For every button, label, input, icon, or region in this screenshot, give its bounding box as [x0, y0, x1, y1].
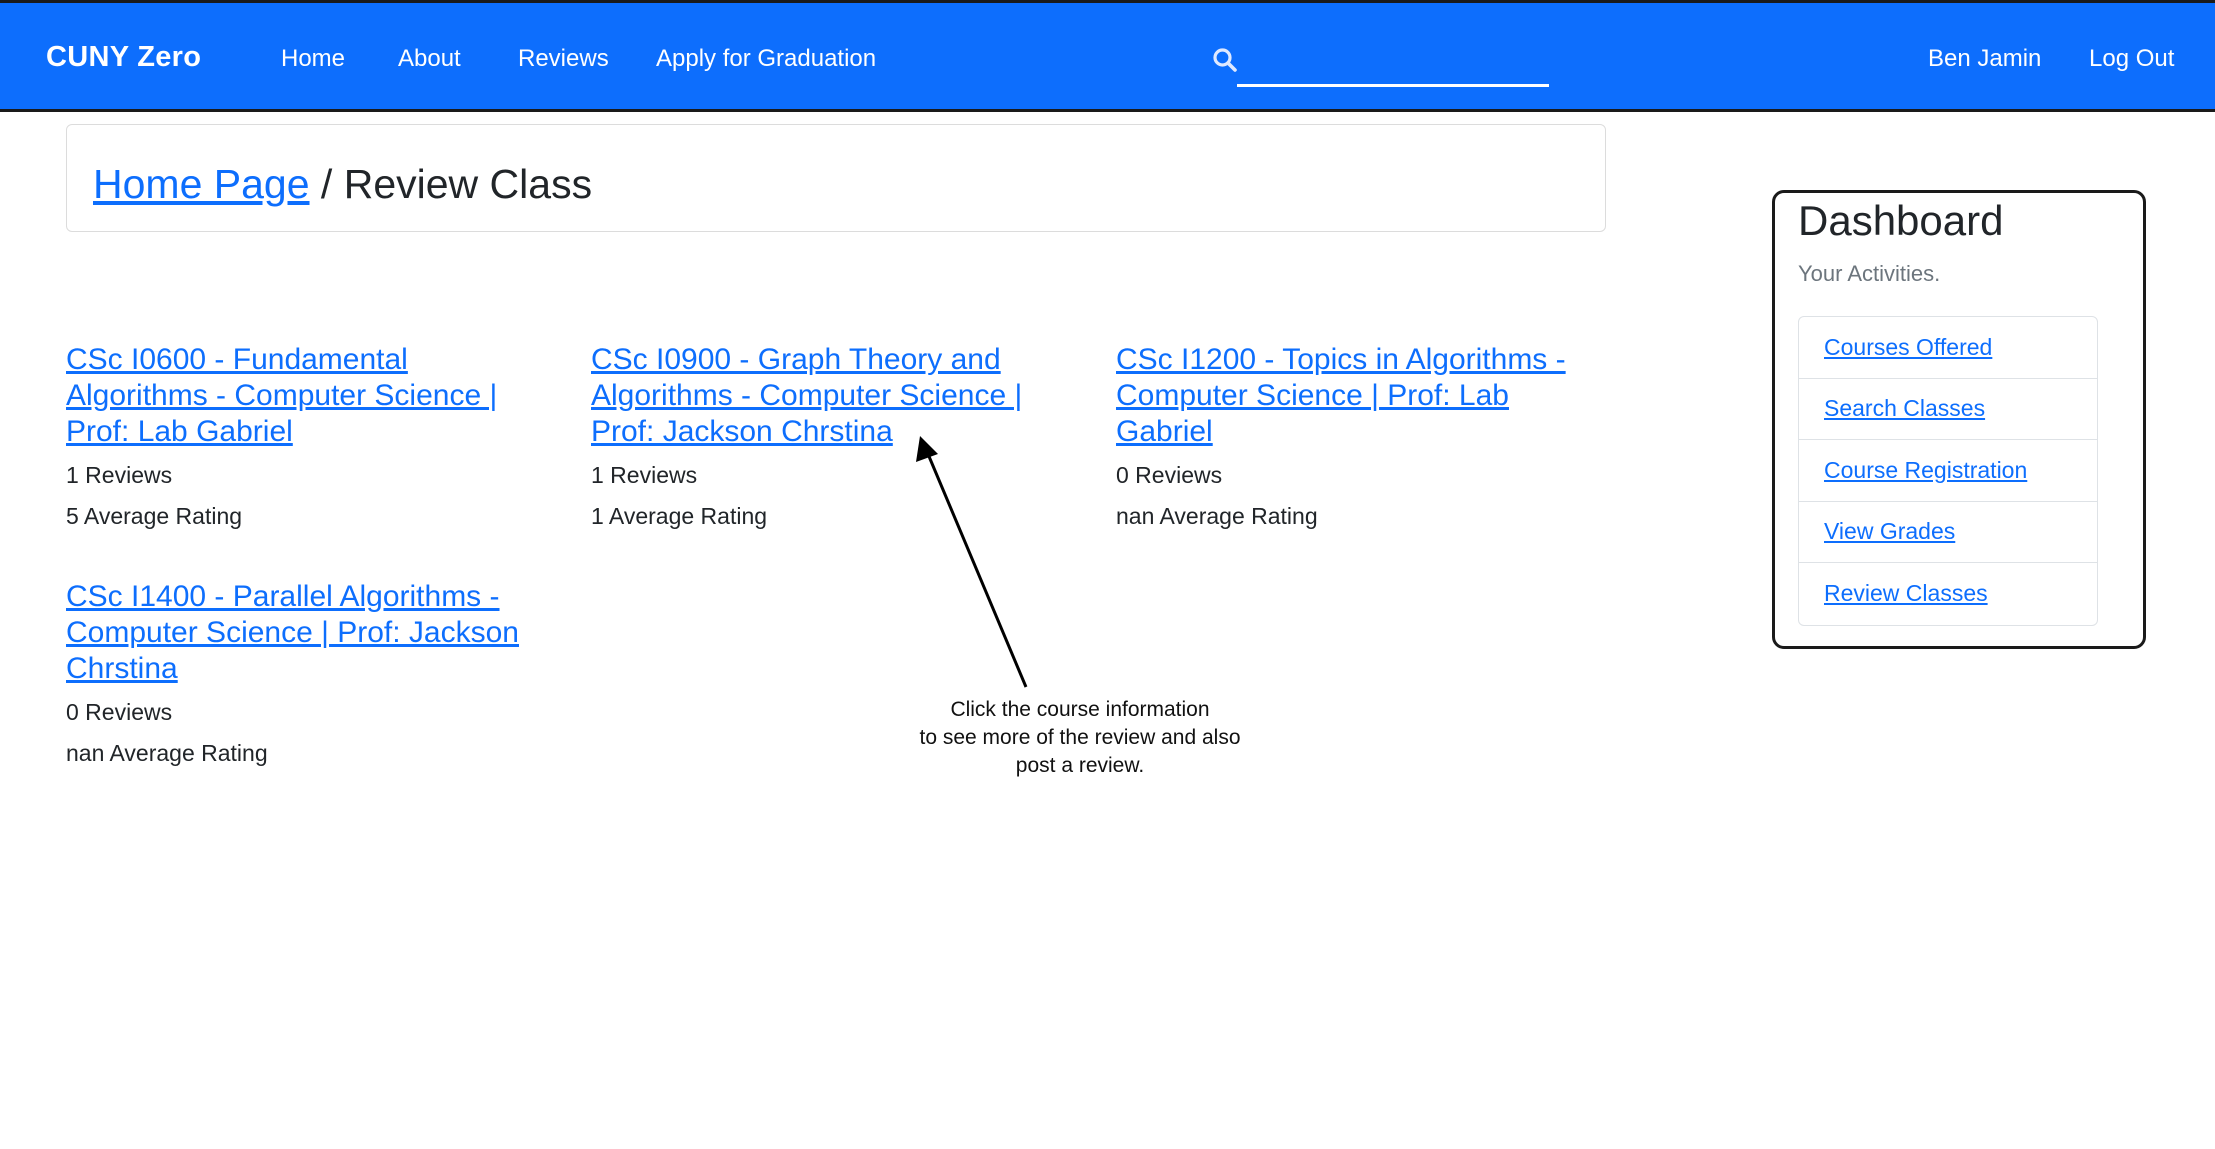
breadcrumb: Home Page / Review Class: [66, 124, 1606, 232]
search-input[interactable]: [1237, 41, 1549, 87]
search-icon[interactable]: [1212, 47, 1238, 73]
course-average-rating: 5 Average Rating: [66, 503, 243, 529]
breadcrumb-separator: /: [320, 161, 333, 207]
review-classes-link[interactable]: Review Classes: [1824, 580, 1988, 607]
dashboard-item-courses-offered: Courses Offered: [1799, 317, 2097, 379]
view-grades-link[interactable]: View Grades: [1824, 518, 1955, 545]
user-name-link[interactable]: Ben Jamin: [1928, 45, 2041, 73]
course-card: CSc I0600 - Fundamental Algorithms - Com…: [66, 342, 546, 530]
course-link[interactable]: CSc I0600 - Fundamental Algorithms - Com…: [66, 342, 546, 450]
dashboard-title: Dashboard: [1798, 197, 2004, 244]
course-review-count: 1 Reviews: [66, 462, 173, 488]
course-link[interactable]: CSc I1400 - Parallel Algorithms - Comput…: [66, 579, 546, 687]
courses-offered-link[interactable]: Courses Offered: [1824, 334, 1992, 361]
top-navbar: CUNY Zero Home About Reviews Apply for G…: [0, 0, 2215, 112]
course-registration-link[interactable]: Course Registration: [1824, 457, 2027, 484]
breadcrumb-home-link[interactable]: Home Page: [93, 161, 310, 207]
breadcrumb-trail: Home Page / Review Class: [93, 161, 592, 208]
course-review-count: 1 Reviews: [591, 462, 698, 488]
logout-link[interactable]: Log Out: [2089, 45, 2174, 73]
course-average-rating: 1 Average Rating: [591, 503, 768, 529]
nav-link-home[interactable]: Home: [281, 45, 345, 73]
dashboard-subtitle: Your Activities.: [1798, 261, 1941, 286]
course-link[interactable]: CSc I1200 - Topics in Algorithms - Compu…: [1116, 342, 1596, 450]
nav-link-reviews[interactable]: Reviews: [518, 45, 609, 73]
course-average-rating: nan Average Rating: [66, 740, 268, 766]
course-review-count: 0 Reviews: [1116, 462, 1223, 488]
nav-link-about[interactable]: About: [398, 45, 461, 73]
dashboard-item-review-classes: Review Classes: [1799, 563, 2097, 625]
course-card: CSc I1200 - Topics in Algorithms - Compu…: [1116, 342, 1596, 530]
course-link[interactable]: CSc I0900 - Graph Theory and Algorithms …: [591, 342, 1071, 450]
brand-logo[interactable]: CUNY Zero: [46, 41, 201, 74]
dashboard-menu: Courses Offered Search Classes Course Re…: [1798, 316, 2098, 626]
annotation-line: post a review.: [1015, 754, 1145, 777]
course-card: CSc I1400 - Parallel Algorithms - Comput…: [66, 579, 546, 767]
dashboard-item-view-grades: View Grades: [1799, 502, 2097, 563]
breadcrumb-current-page: Review Class: [343, 161, 593, 207]
dashboard-item-course-registration: Course Registration: [1799, 440, 2097, 502]
course-review-count: 0 Reviews: [66, 699, 173, 725]
annotation-note: Click the course information to see more…: [880, 696, 1280, 780]
search-classes-link[interactable]: Search Classes: [1824, 395, 1985, 422]
course-average-rating: nan Average Rating: [1116, 503, 1318, 529]
annotation-line: Click the course information: [950, 698, 1210, 721]
annotation-line: to see more of the review and also: [919, 726, 1241, 749]
dashboard-item-search-classes: Search Classes: [1799, 379, 2097, 440]
course-card: CSc I0900 - Graph Theory and Algorithms …: [591, 342, 1071, 530]
nav-link-apply-for-graduation[interactable]: Apply for Graduation: [656, 45, 876, 73]
dashboard-panel: Dashboard Your Activities. Courses Offer…: [1772, 190, 2146, 649]
